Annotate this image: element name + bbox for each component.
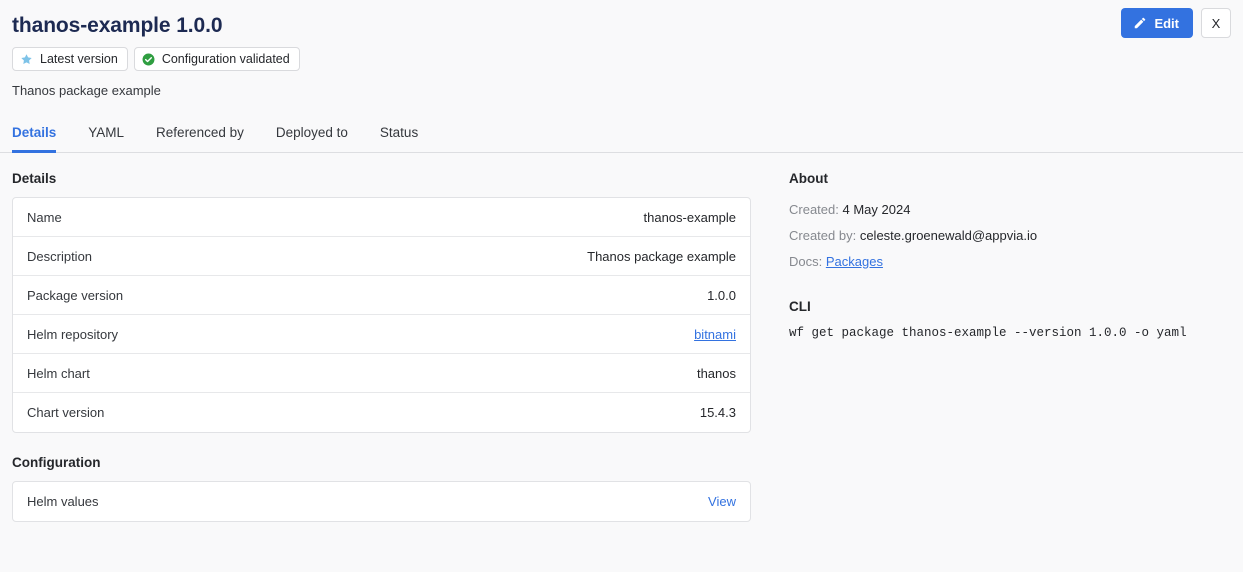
edit-button[interactable]: Edit	[1121, 8, 1193, 38]
about-docs: Docs: Packages	[789, 249, 1231, 275]
tab-deployed-to[interactable]: Deployed to	[276, 119, 348, 152]
tab-bar: Details YAML Referenced by Deployed to S…	[0, 119, 1243, 153]
about-created-value: 4 May 2024	[842, 202, 911, 217]
cli-section: CLI wf get package thanos-example --vers…	[789, 299, 1231, 341]
row-value-helm-repository: bitnami	[694, 327, 736, 342]
table-row: Chart version 15.4.3	[13, 393, 750, 432]
row-value-helm-chart: thanos	[696, 365, 736, 381]
badge-latest-version: Latest version	[12, 47, 128, 71]
about-created-by-value: celeste.groenewald@appvia.io	[859, 228, 1038, 243]
table-row: Name thanos-example	[13, 198, 750, 237]
check-circle-icon	[142, 53, 155, 66]
cli-command: wf get package thanos-example --version …	[789, 326, 1187, 340]
close-button[interactable]: X	[1201, 8, 1231, 38]
table-row: Helm chart thanos	[13, 354, 750, 393]
badge-latest-version-label: Latest version	[40, 52, 118, 66]
table-row: Package version 1.0.0	[13, 276, 750, 315]
row-value-helm-values: View	[708, 494, 736, 509]
about-created-by-label: Created by:	[789, 228, 857, 243]
badge-group: Latest version Configuration validated	[12, 47, 1231, 71]
configuration-heading: Configuration	[12, 455, 101, 470]
row-value-name: thanos-example	[643, 209, 737, 225]
page-body: Details Name thanos-example Description …	[0, 153, 1243, 522]
row-key-name: Name	[27, 209, 62, 225]
cli-heading: CLI	[789, 299, 811, 314]
page-subtitle: Thanos package example	[12, 83, 161, 98]
tab-status[interactable]: Status	[380, 119, 418, 152]
tab-yaml[interactable]: YAML	[88, 119, 124, 152]
about-column: About Created: 4 May 2024 Created by: ce…	[789, 171, 1231, 341]
row-key-chart-version: Chart version	[27, 405, 105, 420]
row-key-helm-chart: Helm chart	[27, 365, 90, 381]
row-value-package-version: 1.0.0	[707, 287, 736, 303]
details-table: Name thanos-example Description Thanos p…	[12, 197, 751, 433]
details-column: Details Name thanos-example Description …	[12, 171, 751, 522]
badge-configuration-validated-label: Configuration validated	[161, 52, 290, 66]
row-key-helm-values: Helm values	[27, 494, 99, 509]
page-header: thanos-example 1.0.0 Latest version Conf…	[0, 0, 1243, 99]
pencil-icon	[1133, 16, 1147, 30]
tab-details[interactable]: Details	[12, 119, 57, 153]
badge-configuration-validated: Configuration validated	[133, 47, 300, 71]
row-key-package-version: Package version	[27, 287, 124, 303]
edit-button-label: Edit	[1154, 15, 1179, 31]
table-row: Helm repository bitnami	[13, 315, 750, 354]
row-value-description: Thanos package example	[587, 248, 736, 264]
about-created-label: Created:	[789, 202, 839, 217]
package-detail-page: thanos-example 1.0.0 Latest version Conf…	[0, 0, 1243, 572]
view-helm-values-link[interactable]: View	[708, 494, 736, 509]
table-row: Description Thanos package example	[13, 237, 750, 276]
star-icon	[20, 53, 33, 66]
about-created-by: Created by: celeste.groenewald@appvia.io	[789, 223, 1231, 249]
details-heading: Details	[12, 171, 57, 186]
close-icon: X	[1211, 15, 1221, 31]
helm-repository-link[interactable]: bitnami	[694, 327, 736, 342]
page-title: thanos-example 1.0.0	[12, 14, 223, 37]
docs-packages-link[interactable]: Packages	[826, 254, 883, 269]
header-actions: Edit X	[1121, 8, 1231, 38]
about-created: Created: 4 May 2024	[789, 197, 1231, 223]
about-docs-label: Docs:	[789, 254, 823, 269]
row-key-description: Description	[27, 248, 93, 264]
about-heading: About	[789, 171, 828, 186]
row-value-chart-version: 15.4.3	[699, 405, 736, 420]
configuration-table: Helm values View	[12, 481, 751, 522]
tab-referenced-by[interactable]: Referenced by	[156, 119, 244, 152]
table-row: Helm values View	[13, 482, 750, 521]
row-key-helm-repository: Helm repository	[27, 326, 119, 342]
